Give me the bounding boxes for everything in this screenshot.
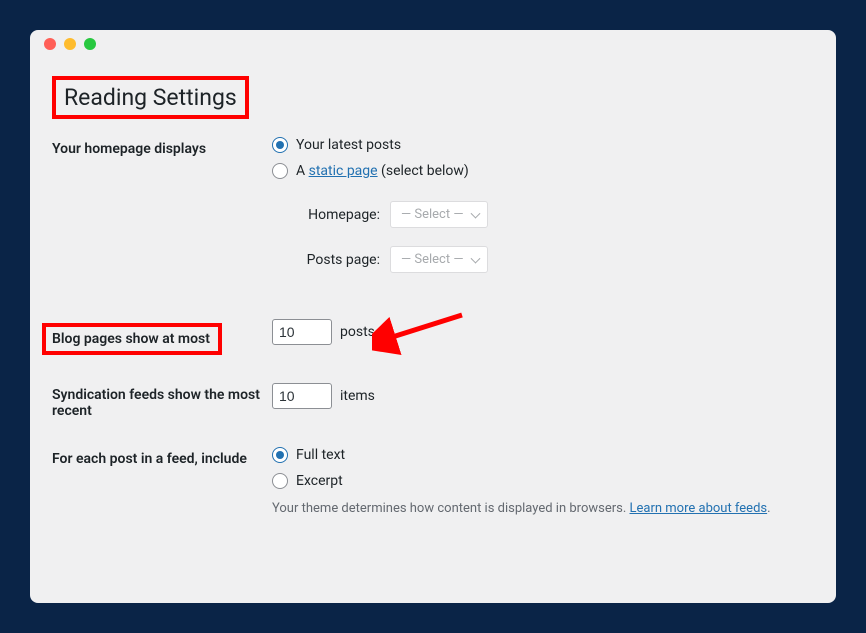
- radio-icon[interactable]: [272, 137, 288, 153]
- field-blog-pages: posts: [272, 319, 814, 345]
- syndication-suffix: items: [340, 388, 375, 404]
- posts-page-select[interactable]: — Select —: [390, 246, 488, 273]
- static-page-selects: Homepage: — Select — Posts page: — Selec…: [300, 201, 814, 273]
- label-blog-pages: Blog pages show at most: [52, 319, 272, 355]
- title-highlight: Reading Settings: [52, 76, 249, 119]
- label-syndication: Syndication feeds show the most recent: [52, 383, 272, 419]
- row-feed-content: For each post in a feed, include Full te…: [52, 447, 814, 516]
- posts-page-select-label: Posts page:: [300, 252, 380, 268]
- field-feed-content: Full text Excerpt Your theme determines …: [272, 447, 814, 516]
- label-feed-content: For each post in a feed, include: [52, 447, 272, 467]
- settings-form: Your homepage displays Your latest posts…: [52, 137, 814, 516]
- radio-icon[interactable]: [272, 447, 288, 463]
- window-titlebar: [30, 30, 836, 58]
- minimize-icon[interactable]: [64, 38, 76, 50]
- label-homepage-displays: Your homepage displays: [52, 137, 272, 157]
- field-homepage-displays: Your latest posts A static page (select …: [272, 137, 814, 291]
- radio-static-page[interactable]: A static page (select below): [272, 163, 814, 179]
- field-syndication: items: [272, 383, 814, 409]
- radio-full-text[interactable]: Full text: [272, 447, 814, 463]
- radio-excerpt[interactable]: Excerpt: [272, 473, 814, 489]
- radio-icon[interactable]: [272, 473, 288, 489]
- learn-more-feeds-link[interactable]: Learn more about feeds: [630, 501, 768, 516]
- static-page-link[interactable]: static page: [309, 163, 378, 179]
- homepage-select[interactable]: — Select —: [390, 201, 488, 228]
- radio-label: Full text: [296, 447, 345, 463]
- close-icon[interactable]: [44, 38, 56, 50]
- radio-latest-posts[interactable]: Your latest posts: [272, 137, 814, 153]
- radio-label: A static page (select below): [296, 163, 469, 179]
- maximize-icon[interactable]: [84, 38, 96, 50]
- posts-page-select-row: Posts page: — Select —: [300, 246, 814, 273]
- settings-window: Reading Settings Your homepage displays …: [30, 30, 836, 603]
- radio-label: Excerpt: [296, 473, 343, 489]
- radio-icon[interactable]: [272, 163, 288, 179]
- settings-content: Reading Settings Your homepage displays …: [30, 58, 836, 534]
- blog-pages-highlight: Blog pages show at most: [42, 323, 222, 355]
- homepage-select-label: Homepage:: [300, 207, 380, 223]
- blog-pages-input[interactable]: [272, 319, 332, 345]
- page-title: Reading Settings: [56, 80, 245, 115]
- blog-pages-suffix: posts: [340, 324, 375, 340]
- row-homepage-displays: Your homepage displays Your latest posts…: [52, 137, 814, 291]
- radio-label: Your latest posts: [296, 137, 401, 153]
- syndication-input[interactable]: [272, 383, 332, 409]
- row-blog-pages: Blog pages show at most posts: [52, 319, 814, 355]
- feed-description: Your theme determines how content is dis…: [272, 501, 814, 516]
- homepage-select-row: Homepage: — Select —: [300, 201, 814, 228]
- row-syndication: Syndication feeds show the most recent i…: [52, 383, 814, 419]
